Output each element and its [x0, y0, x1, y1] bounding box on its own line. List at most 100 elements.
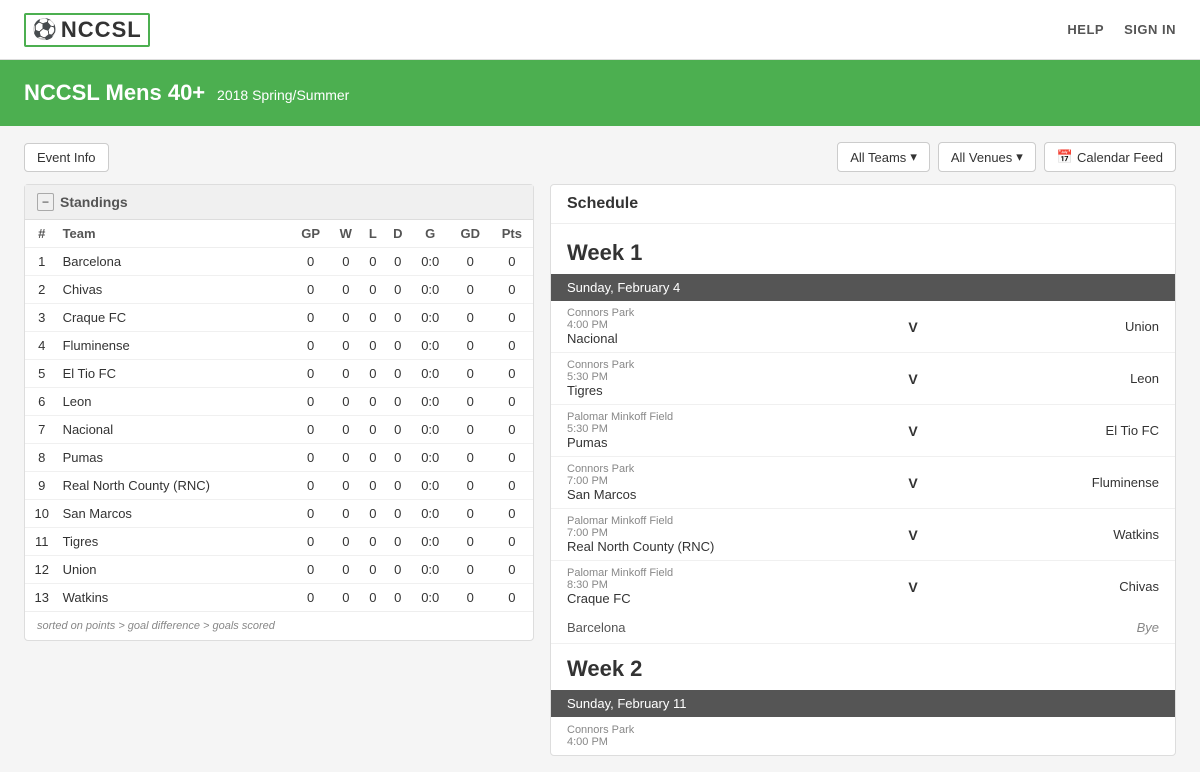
game-away-team: Fluminense: [1039, 475, 1159, 490]
week2-game-row: Connors Park 4:00 PM: [551, 717, 1175, 755]
cell-l: 0: [361, 528, 385, 556]
week1-title: Week 1: [551, 224, 1175, 274]
cell-gd: 0: [450, 304, 491, 332]
cell-gp: 0: [291, 276, 331, 304]
cell-gp: 0: [291, 472, 331, 500]
cell-pts: 0: [491, 360, 533, 388]
cell-w: 0: [331, 444, 361, 472]
cell-gp: 0: [291, 332, 331, 360]
standings-label: Standings: [60, 194, 128, 210]
cell-gp: 0: [291, 556, 331, 584]
table-row: 9 Real North County (RNC) 0 0 0 0 0:0 0 …: [25, 472, 533, 500]
game-away-team: Watkins: [1039, 527, 1159, 542]
logo-text: NCCSL: [61, 17, 142, 43]
table-row: 10 San Marcos 0 0 0 0 0:0 0 0: [25, 500, 533, 528]
cell-gp: 0: [291, 304, 331, 332]
cell-team: Tigres: [59, 528, 291, 556]
cell-w: 0: [331, 416, 361, 444]
toolbar-left: Event Info: [24, 143, 109, 172]
cell-team: Fluminense: [59, 332, 291, 360]
game-away-team: Chivas: [1039, 579, 1159, 594]
col-w: W: [331, 220, 361, 248]
cell-gd: 0: [450, 584, 491, 612]
toolbar: Event Info All Teams ▾ All Venues ▾ 📅 Ca…: [24, 142, 1176, 172]
event-info-button[interactable]: Event Info: [24, 143, 109, 172]
cell-gp: 0: [291, 416, 331, 444]
cell-team: Pumas: [59, 444, 291, 472]
cell-g: 0:0: [411, 304, 450, 332]
logo-area: ⚽ NCCSL: [24, 13, 150, 47]
col-rank: #: [25, 220, 59, 248]
signin-link[interactable]: SIGN IN: [1124, 22, 1176, 37]
cell-rank: 7: [25, 416, 59, 444]
cell-g: 0:0: [411, 472, 450, 500]
table-row: 7 Nacional 0 0 0 0 0:0 0 0: [25, 416, 533, 444]
banner: NCCSL Mens 40+ 2018 Spring/Summer: [0, 60, 1200, 126]
cell-team: Union: [59, 556, 291, 584]
game-home-team: Pumas: [567, 435, 787, 450]
cell-gd: 0: [450, 360, 491, 388]
cell-d: 0: [385, 388, 411, 416]
game-vs: V: [787, 579, 1039, 595]
col-pts: Pts: [491, 220, 533, 248]
standings-table: # Team GP W L D G GD Pts 1 Barcelona 0 0: [25, 220, 533, 611]
bye-label: Bye: [1137, 620, 1159, 635]
cell-g: 0:0: [411, 528, 450, 556]
logo-box: ⚽ NCCSL: [24, 13, 150, 47]
cell-l: 0: [361, 500, 385, 528]
cell-l: 0: [361, 276, 385, 304]
cell-g: 0:0: [411, 388, 450, 416]
game-row: Connors Park 5:30 PM Tigres V Leon: [551, 353, 1175, 405]
game-time: 8:30 PM: [567, 579, 787, 591]
game-time: 4:00 PM: [567, 319, 787, 331]
standings-header-row: # Team GP W L D G GD Pts: [25, 220, 533, 248]
table-row: 5 El Tio FC 0 0 0 0 0:0 0 0: [25, 360, 533, 388]
col-g: G: [411, 220, 450, 248]
cell-team: Nacional: [59, 416, 291, 444]
all-venues-button[interactable]: All Venues ▾: [938, 142, 1036, 172]
col-l: L: [361, 220, 385, 248]
cell-pts: 0: [491, 472, 533, 500]
calendar-feed-button[interactable]: 📅 Calendar Feed: [1044, 142, 1176, 172]
help-link[interactable]: HELP: [1067, 22, 1104, 37]
game-home-team: Real North County (RNC): [567, 539, 787, 554]
cell-d: 0: [385, 276, 411, 304]
cell-team: Watkins: [59, 584, 291, 612]
cell-rank: 12: [25, 556, 59, 584]
cell-w: 0: [331, 276, 361, 304]
logo-icon: ⚽: [32, 17, 57, 42]
cell-gp: 0: [291, 360, 331, 388]
cell-w: 0: [331, 360, 361, 388]
cell-gd: 0: [450, 276, 491, 304]
game-home-team: Craque FC: [567, 591, 787, 606]
top-nav: ⚽ NCCSL HELP SIGN IN: [0, 0, 1200, 60]
cell-d: 0: [385, 248, 411, 276]
game-vs: V: [787, 423, 1039, 439]
col-d: D: [385, 220, 411, 248]
cell-rank: 5: [25, 360, 59, 388]
cell-gp: 0: [291, 528, 331, 556]
col-gd: GD: [450, 220, 491, 248]
all-teams-button[interactable]: All Teams ▾: [837, 142, 930, 172]
cell-l: 0: [361, 584, 385, 612]
cell-rank: 4: [25, 332, 59, 360]
cell-gd: 0: [450, 416, 491, 444]
table-row: 3 Craque FC 0 0 0 0 0:0 0 0: [25, 304, 533, 332]
cell-d: 0: [385, 304, 411, 332]
game-home-team: Tigres: [567, 383, 787, 398]
cell-pts: 0: [491, 304, 533, 332]
game-home-team: San Marcos: [567, 487, 787, 502]
cell-d: 0: [385, 556, 411, 584]
standings-panel-header: − Standings: [25, 185, 533, 220]
collapse-icon[interactable]: −: [37, 193, 54, 211]
cell-w: 0: [331, 332, 361, 360]
cell-w: 0: [331, 528, 361, 556]
week2-venue: Connors Park: [567, 724, 787, 736]
game-info-left: Palomar Minkoff Field 8:30 PM Craque FC: [567, 567, 787, 606]
game-vs: V: [787, 527, 1039, 543]
nav-links: HELP SIGN IN: [1067, 22, 1176, 37]
game-row: Connors Park 7:00 PM San Marcos V Flumin…: [551, 457, 1175, 509]
week2-title: Week 2: [551, 644, 1175, 690]
cell-g: 0:0: [411, 360, 450, 388]
cell-l: 0: [361, 304, 385, 332]
